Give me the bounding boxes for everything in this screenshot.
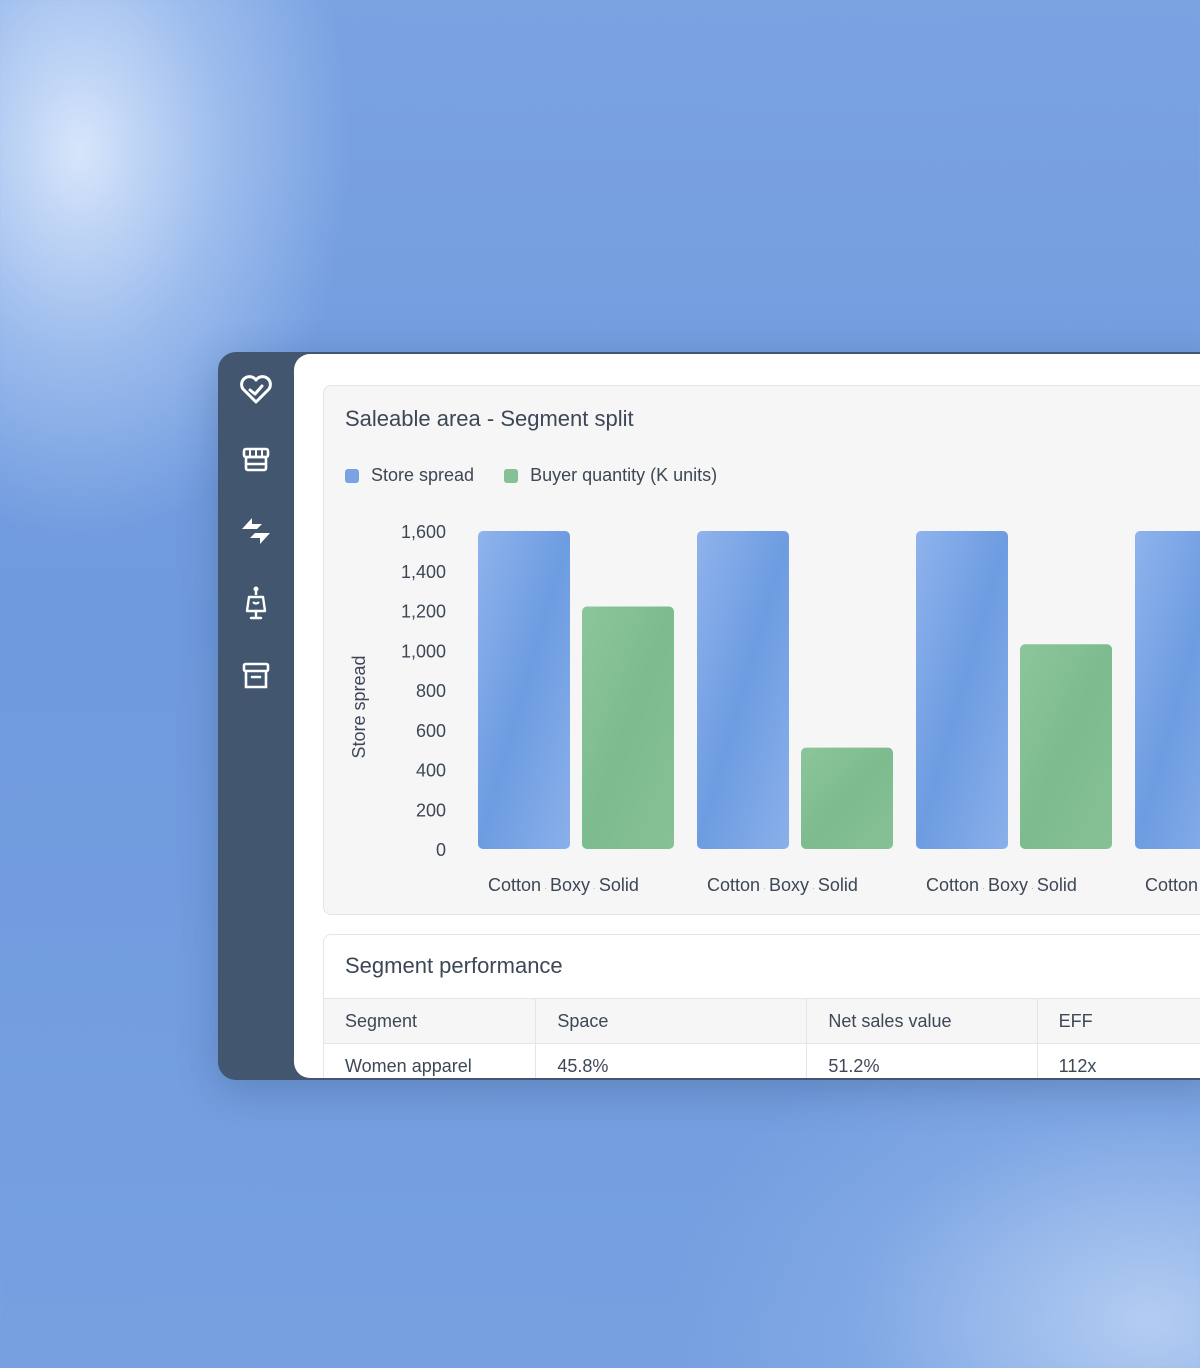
y-tick-label: 600: [416, 721, 446, 741]
y-axis-label: Store spread: [349, 655, 369, 758]
x-category-label: Cotton: [1145, 875, 1198, 895]
store-icon[interactable]: [237, 441, 275, 479]
archive-icon[interactable]: [237, 657, 275, 695]
y-tick-label: 1,600: [401, 522, 446, 542]
bar-store-spread: [478, 531, 570, 849]
main-content: Saleable area - Segment split Store spre…: [294, 354, 1200, 1078]
segment-performance-table: Segment Space Net sales value EFF Women …: [324, 998, 1200, 1078]
bar-store-spread: [1135, 531, 1200, 849]
column-header-space[interactable]: Space: [536, 999, 808, 1043]
column-header-eff[interactable]: EFF: [1038, 999, 1200, 1043]
cell-segment: Women apparel: [324, 1044, 537, 1078]
cell-net-sales-value: 51.2%: [807, 1044, 1038, 1078]
exchange-icon[interactable]: [237, 512, 275, 550]
y-tick-label: 800: [416, 681, 446, 701]
sidebar: [218, 352, 294, 1080]
y-tick-label: 1,000: [401, 641, 446, 661]
heart-check-icon[interactable]: [237, 370, 275, 408]
bar-buyer-quantity: [582, 606, 674, 849]
y-tick-label: 0: [436, 840, 446, 860]
y-tick-label: 1,400: [401, 562, 446, 582]
table-row[interactable]: Women apparel 45.8% 51.2% 112x: [324, 1043, 1200, 1078]
segment-performance-card: Segment performance Segment Space Net sa…: [323, 934, 1200, 1078]
app-window: Saleable area - Segment split Store spre…: [218, 352, 1200, 1080]
y-tick-label: 400: [416, 761, 446, 781]
bar-store-spread: [697, 531, 789, 849]
y-tick-label: 200: [416, 800, 446, 820]
x-category-label: Cotton · Boxy · Solid: [488, 875, 639, 895]
column-header-net-sales-value[interactable]: Net sales value: [807, 999, 1038, 1043]
segment-split-chart-card: Saleable area - Segment split Store spre…: [323, 385, 1200, 915]
y-tick-label: 1,200: [401, 602, 446, 622]
bar-store-spread: [916, 531, 1008, 849]
table-header-row: Segment Space Net sales value EFF: [324, 998, 1200, 1043]
x-category-label: Cotton · Boxy · Solid: [926, 875, 1077, 895]
x-category-label: Cotton · Boxy · Solid: [707, 875, 858, 895]
bar-chart: 1,600 1,400 1,200 1,000 800 600 400 200 0 Store s…: [349, 522, 1200, 895]
cell-eff: 112x: [1038, 1044, 1200, 1078]
mannequin-icon[interactable]: [237, 584, 275, 622]
bar-buyer-quantity: [1020, 644, 1112, 849]
table-card-title: Segment performance: [345, 953, 563, 978]
column-header-segment[interactable]: Segment: [324, 999, 537, 1043]
bar-buyer-quantity: [801, 747, 893, 849]
cell-space: 45.8%: [536, 1044, 808, 1078]
